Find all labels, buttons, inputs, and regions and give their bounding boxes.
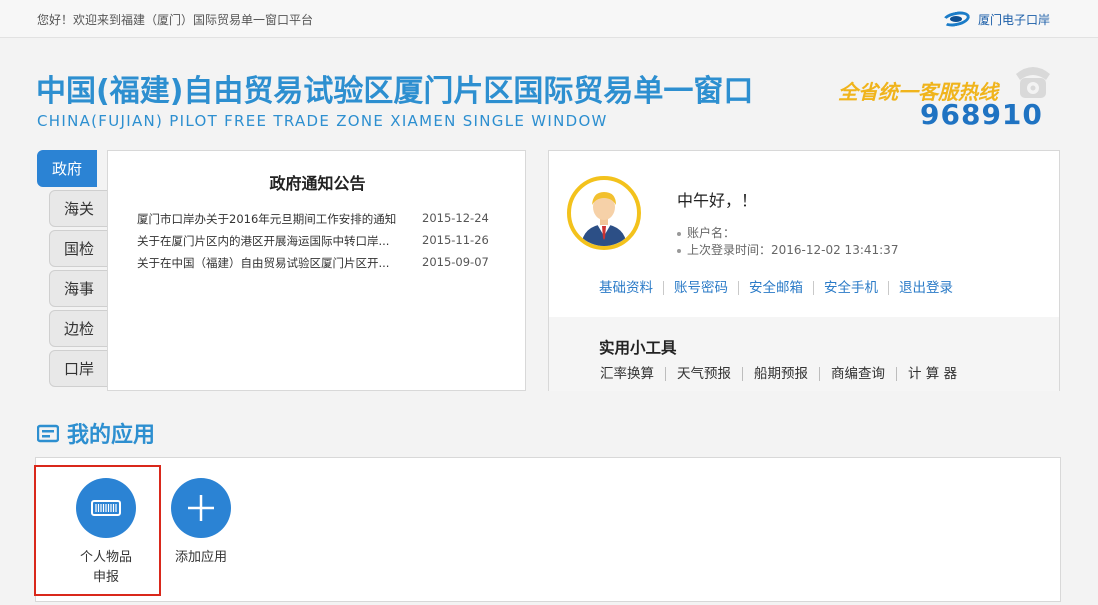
- hs-code-link[interactable]: 商编查询: [819, 367, 896, 381]
- top-bar: 您好！欢迎来到福建（厦门）国际贸易单一窗口平台 厦门电子口岸: [0, 0, 1098, 38]
- plus-icon: [188, 495, 214, 521]
- last-login: 上次登录时间：2016-12-02 13:41:37: [677, 241, 898, 258]
- portal-link[interactable]: 厦门电子口岸: [940, 9, 1050, 29]
- password-link[interactable]: 账号密码: [663, 281, 738, 295]
- hotline-number: 968910: [920, 98, 1043, 131]
- ship-schedule-link[interactable]: 船期预报: [742, 367, 819, 381]
- logout-link[interactable]: 退出登录: [888, 281, 963, 295]
- tab-inspection[interactable]: 国检: [49, 230, 109, 267]
- tab-government[interactable]: 政府: [37, 150, 97, 187]
- site-subtitle: CHINA(FUJIAN) PILOT FREE TRADE ZONE XIAM…: [37, 112, 608, 130]
- avatar: [567, 176, 641, 250]
- apps-panel: 个人物品 申报 添加应用: [35, 457, 1061, 602]
- tools-links: 汇率换算 天气预报 船期预报 商编查询 计 算 器: [589, 367, 968, 381]
- portal-logo-icon: [940, 9, 974, 29]
- security-phone-link[interactable]: 安全手机: [813, 281, 888, 295]
- welcome-text: 您好！欢迎来到福建（厦门）国际贸易单一窗口平台: [37, 13, 314, 27]
- app-personal-items-declaration[interactable]: 个人物品 申报: [61, 478, 151, 588]
- account-name: 账户名：: [677, 224, 735, 241]
- user-avatar-icon: [581, 192, 627, 246]
- weather-link[interactable]: 天气预报: [665, 367, 742, 381]
- tab-customs[interactable]: 海关: [49, 190, 109, 227]
- tools-section: 实用小工具 汇率换算 天气预报 船期预报 商编查询 计 算 器: [549, 317, 1059, 391]
- notice-item[interactable]: 关于在中国（福建）自由贸易试验区厦门片区开... 2015-09-07: [137, 255, 497, 275]
- user-panel: 中午好，！ 账户名： 上次登录时间：2016-12-02 13:41:37 基础…: [548, 150, 1060, 391]
- phone-icon: [1016, 67, 1050, 98]
- basic-info-link[interactable]: 基础资料: [589, 281, 663, 295]
- barcode-icon: [91, 500, 121, 516]
- app-icon: [76, 478, 136, 538]
- app-label: 个人物品 申报: [79, 550, 132, 585]
- calculator-link[interactable]: 计 算 器: [896, 367, 968, 381]
- apps-icon: [37, 424, 59, 443]
- app-icon: [171, 478, 231, 538]
- security-email-link[interactable]: 安全邮箱: [738, 281, 813, 295]
- greeting-text: 中午好，！: [677, 191, 758, 210]
- account-links: 基础资料 账号密码 安全邮箱 安全手机 退出登录: [589, 281, 963, 295]
- notice-panel: 政府通知公告 厦门市口岸办关于2016年元旦期间工作安排的通知 2015-12-…: [107, 150, 526, 391]
- notice-title: 政府通知公告: [269, 174, 366, 193]
- notice-item[interactable]: 厦门市口岸办关于2016年元旦期间工作安排的通知 2015-12-24: [137, 211, 497, 231]
- notice-item[interactable]: 关于在厦门片区内的港区开展海运国际中转口岸... 2015-11-26: [137, 233, 497, 253]
- site-title: 中国(福建)自由贸易试验区厦门片区国际贸易单一窗口: [36, 74, 754, 109]
- tab-port[interactable]: 口岸: [49, 350, 109, 387]
- portal-name: 厦门电子口岸: [977, 12, 1050, 27]
- apps-heading: 我的应用: [37, 417, 155, 449]
- add-app-button[interactable]: 添加应用: [156, 478, 246, 568]
- exchange-rate-link[interactable]: 汇率换算: [589, 367, 665, 381]
- tab-border[interactable]: 边检: [49, 310, 109, 347]
- tab-maritime[interactable]: 海事: [49, 270, 109, 307]
- tools-title: 实用小工具: [599, 339, 677, 357]
- app-label: 添加应用: [174, 550, 227, 565]
